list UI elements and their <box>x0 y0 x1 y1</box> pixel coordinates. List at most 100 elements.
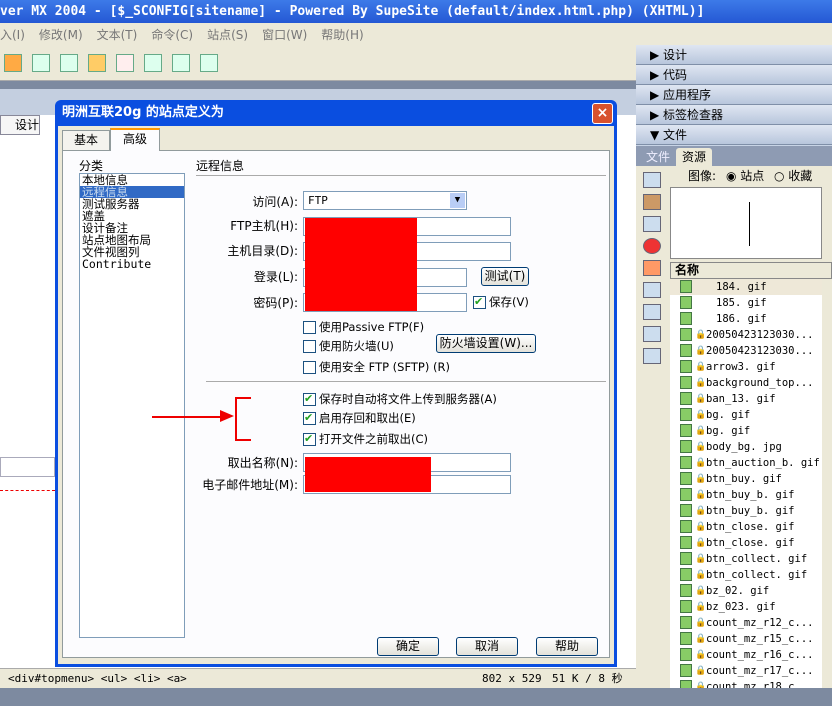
column-header-name[interactable]: 名称 <box>670 262 832 279</box>
sftp-checkbox[interactable]: 使用安全 FTP (SFTP) (R) <box>303 359 450 375</box>
passive-ftp-checkbox[interactable]: 使用Passive FTP(F) <box>303 319 424 335</box>
section-divider <box>206 381 606 382</box>
menu-site[interactable]: 站点(S) <box>207 26 248 43</box>
asset-preview <box>670 187 822 259</box>
menu-modify[interactable]: 修改(M) <box>39 26 83 43</box>
cancel-button[interactable]: 取消 <box>456 637 518 656</box>
lock-icon: 🔒 <box>695 586 707 596</box>
panel-design[interactable]: ▶ 设计 <box>636 45 832 65</box>
menu-insert[interactable]: 入(I) <box>0 26 25 43</box>
asset-file-row[interactable]: 🔒 bg. gif <box>670 423 822 439</box>
comment-icon[interactable] <box>144 53 162 72</box>
asset-file-row[interactable]: 🔒 20050423123030... <box>670 327 822 343</box>
colors-icon[interactable] <box>643 194 661 210</box>
asset-file-row[interactable]: 🔒 background_top... <box>670 375 822 391</box>
checkbox-icon <box>303 410 316 426</box>
check-in-out-checkbox[interactable]: 启用存回和取出(E) <box>303 410 416 426</box>
asset-file-row[interactable]: 🔒 arrow3. gif <box>670 359 822 375</box>
firewall-checkbox[interactable]: 使用防火墙(U) <box>303 338 394 354</box>
asset-file-row[interactable]: 185. gif <box>670 295 822 311</box>
ok-button[interactable]: 确定 <box>377 637 439 656</box>
checkout-on-open-checkbox[interactable]: 打开文件之前取出(C) <box>303 431 428 447</box>
help-button[interactable]: 帮助 <box>536 637 598 656</box>
checkbox-label: 保存(V) <box>489 295 529 309</box>
image-file-icon <box>680 376 692 389</box>
category-item[interactable]: Contribute <box>80 258 184 270</box>
radio-favorites[interactable]: ○ 收藏 <box>774 167 812 184</box>
asset-file-row[interactable]: 🔒 btn_collect. gif <box>670 567 822 583</box>
images-icon[interactable] <box>643 172 661 188</box>
asset-file-row[interactable]: 🔒 btn_close. gif <box>670 535 822 551</box>
properties-bar[interactable] <box>0 688 832 706</box>
template-icon[interactable] <box>172 53 190 72</box>
asset-file-row[interactable]: 🔒 btn_close. gif <box>670 519 822 535</box>
table-icon[interactable] <box>32 53 50 72</box>
tag-chooser-icon[interactable] <box>200 53 218 72</box>
auto-upload-checkbox[interactable]: 保存时自动将文件上传到服务器(A) <box>303 391 497 407</box>
menu-text[interactable]: 文本(T) <box>97 26 138 43</box>
image-icon[interactable] <box>60 53 78 72</box>
library-icon[interactable] <box>643 348 661 364</box>
date-icon[interactable] <box>116 53 134 72</box>
tab-advanced[interactable]: 高级 <box>110 128 160 151</box>
panel-files[interactable]: ▼ 文件 <box>636 125 832 145</box>
asset-file-row[interactable]: 🔒 count_mz_r18_c... <box>670 679 822 688</box>
menu-window[interactable]: 窗口(W) <box>262 26 307 43</box>
asset-file-row[interactable]: 🔒 bz_023. gif <box>670 599 822 615</box>
radio-label: 站点 <box>740 169 765 183</box>
access-label: 访问(A): <box>252 195 298 209</box>
window-size[interactable]: 802 x 529 <box>482 669 542 689</box>
asset-file-row[interactable]: 🔒 btn_collect. gif <box>670 551 822 567</box>
panel-code[interactable]: ▶ 代码 <box>636 65 832 85</box>
movies-icon[interactable] <box>643 282 661 298</box>
access-select[interactable]: FTP ▼ <box>303 191 467 210</box>
scripts-icon[interactable] <box>643 304 661 320</box>
category-list[interactable]: 本地信息 远程信息 测试服务器 遮盖 设计备注 站点地图布局 文件视图列 Contribute <box>79 173 185 638</box>
asset-file-row[interactable]: 🔒 count_mz_r16_c... <box>670 647 822 663</box>
asset-file-row[interactable]: 🔒 btn_buy_b. gif <box>670 503 822 519</box>
file-name: 20050423123030... <box>706 329 814 341</box>
image-file-icon <box>680 568 692 581</box>
panel-application[interactable]: ▶ 应用程序 <box>636 85 832 105</box>
tab-assets[interactable]: 资源 <box>676 148 713 166</box>
urls-icon[interactable] <box>643 216 661 232</box>
media-icon[interactable] <box>88 53 106 72</box>
save-password-checkbox[interactable]: 保存(V) <box>473 294 529 310</box>
asset-file-row[interactable]: 🔒 btn_buy. gif <box>670 471 822 487</box>
asset-file-row[interactable]: 🔒 bg. gif <box>670 407 822 423</box>
panel-label: 设计 <box>663 48 688 62</box>
annotation-arrow <box>152 416 224 418</box>
asset-file-row[interactable]: 🔒 bz_02. gif <box>670 583 822 599</box>
menu-help[interactable]: 帮助(H) <box>321 26 363 43</box>
section-title: 远程信息 <box>196 159 245 173</box>
flash-icon[interactable] <box>643 238 661 254</box>
tab-basic[interactable]: 基本 <box>62 130 110 150</box>
asset-file-row[interactable]: 🔒 ban_13. gif <box>670 391 822 407</box>
asset-file-row[interactable]: 🔒 count_mz_r15_c... <box>670 631 822 647</box>
asset-file-row[interactable]: 🔒 btn_buy_b. gif <box>670 487 822 503</box>
tab-files[interactable]: 文件 <box>640 148 676 166</box>
asset-file-row[interactable]: 🔒 count_mz_r17_c... <box>670 663 822 679</box>
head-icon[interactable] <box>4 53 22 72</box>
asset-file-list[interactable]: 184. gif 185. gif 186. gif 🔒 20050423123030.… <box>670 279 822 688</box>
asset-file-row[interactable]: 186. gif <box>670 311 822 327</box>
radio-site[interactable]: ◉ 站点 <box>726 167 764 184</box>
firewall-settings-button[interactable]: 防火墙设置(W)... <box>436 334 536 353</box>
asset-file-row[interactable]: 🔒 count_mz_r12_c... <box>670 615 822 631</box>
asset-file-row[interactable]: 🔒 body_bg. jpg <box>670 439 822 455</box>
tag-selector[interactable]: <div#topmenu> <ul> <li> <a> <box>8 669 187 689</box>
design-view-button[interactable]: 设计 <box>0 115 40 135</box>
panel-tag-inspector[interactable]: ▶ 标签检查器 <box>636 105 832 125</box>
asset-file-row[interactable]: 🔒 btn_auction_b. gif <box>670 455 822 471</box>
menu-commands[interactable]: 命令(C) <box>151 26 193 43</box>
templates-icon[interactable] <box>643 326 661 342</box>
shockwave-icon[interactable] <box>643 260 661 276</box>
asset-file-row[interactable]: 184. gif <box>670 279 822 295</box>
file-name: count_mz_r16_c... <box>706 649 814 661</box>
file-name: count_mz_r17_c... <box>706 665 814 677</box>
close-button[interactable]: × <box>592 103 613 124</box>
file-name: btn_close. gif <box>706 537 795 549</box>
test-button[interactable]: 测试(T) <box>481 267 529 286</box>
checkbox-icon <box>303 431 316 447</box>
asset-file-row[interactable]: 🔒 20050423123030... <box>670 343 822 359</box>
